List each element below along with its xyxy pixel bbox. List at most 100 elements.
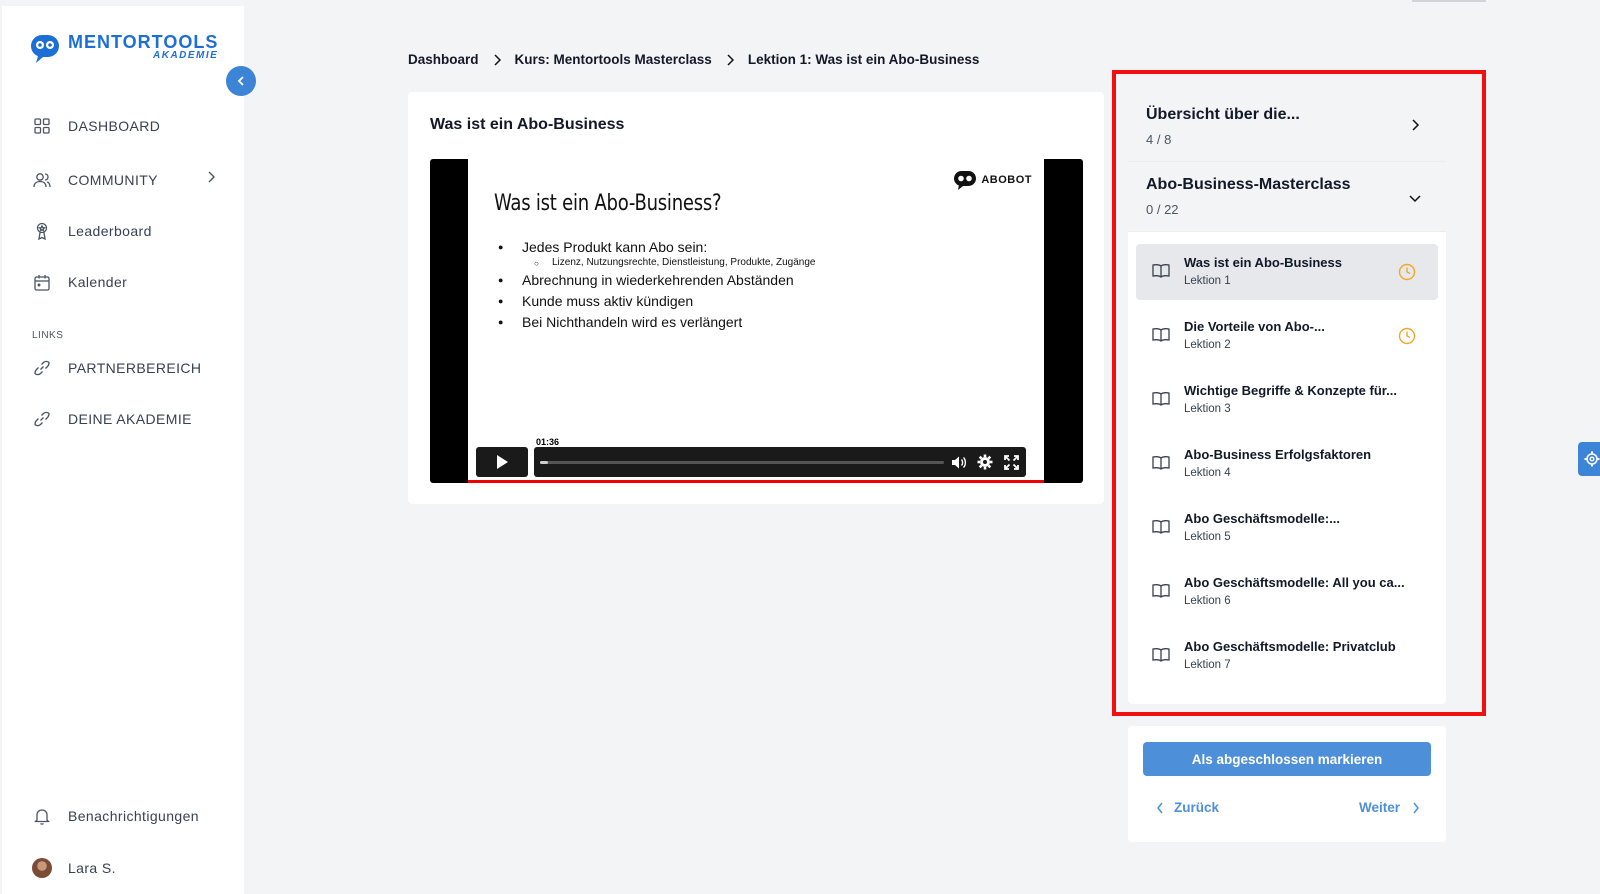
lesson-item[interactable]: Abo Geschäftsmodelle: All you ca... Lekt… [1136, 564, 1438, 620]
lesson-panel: Übersicht über die... 4 / 8 Abo-Business… [1128, 92, 1446, 704]
sidebar-item-kalender[interactable]: Kalender [32, 272, 127, 292]
slide-bullet: Kunde muss aktiv kündigen [498, 293, 816, 309]
book-icon [1152, 455, 1170, 475]
chevron-down-icon [1408, 190, 1422, 208]
trophy-icon [32, 221, 52, 241]
module-overview[interactable]: Übersicht über die... 4 / 8 [1128, 92, 1446, 162]
clock-icon [1398, 327, 1416, 350]
chevron-right-icon [726, 53, 734, 66]
chevron-right-icon [206, 170, 216, 187]
lesson-number: Lektion 3 [1184, 403, 1231, 415]
sidebar-item-partnerbereich[interactable]: PARTNERBEREICH [32, 358, 201, 378]
play-icon [497, 455, 508, 469]
lesson-video-card: Was ist ein Abo-Business ABOBOT Was ist … [408, 92, 1104, 504]
lesson-number: Lektion 4 [1184, 467, 1231, 479]
brand-logo[interactable]: MENTORTOOLS AKADEMIE [28, 30, 218, 64]
next-button-label: Weiter [1358, 800, 1400, 815]
sidebar-section-title: LINKS [32, 330, 64, 341]
sidebar-item-label: PARTNERBEREICH [68, 360, 202, 376]
lesson-title: Abo Geschäftsmodelle:... [1184, 511, 1341, 526]
chevron-right-icon [1410, 118, 1420, 137]
module-title: Abo-Business-Masterclass [1146, 176, 1351, 193]
lesson-list: Was ist ein Abo-Business Lektion 1 Die V… [1136, 244, 1438, 692]
lesson-number: Lektion 7 [1184, 659, 1231, 671]
lesson-number: Lektion 6 [1184, 595, 1231, 607]
clock-icon [1398, 263, 1416, 286]
time-display: 01:36 [534, 437, 562, 447]
grid-icon [32, 116, 52, 136]
breadcrumb-current-lesson: Lektion 1: Was ist ein Abo-Business [747, 52, 980, 67]
book-icon [1152, 263, 1170, 283]
video-progress-fill [540, 461, 549, 464]
robot-logo-icon [31, 35, 59, 63]
link-icon [32, 409, 52, 429]
sidebar-item-label: DASHBOARD [68, 118, 161, 134]
lesson-item[interactable]: Die Vorteile von Abo-... Lektion 2 [1136, 308, 1438, 364]
lesson-title: Abo Geschäftsmodelle: Privatclub [1184, 639, 1396, 654]
volume-icon[interactable] [950, 453, 968, 471]
lesson-item[interactable]: Was ist ein Abo-Business Lektion 1 [1136, 244, 1438, 300]
sidebar-item-label: Benachrichtigungen [68, 808, 199, 824]
bell-icon [32, 806, 52, 826]
mark-complete-button[interactable]: Als abgeschlossen markieren [1143, 742, 1431, 776]
book-icon [1152, 391, 1170, 411]
module-masterclass[interactable]: Abo-Business-Masterclass 0 / 22 [1128, 162, 1446, 232]
sidebar-item-label: COMMUNITY [68, 172, 158, 188]
lesson-item[interactable]: Abo Geschäftsmodelle:... Lektion 5 [1136, 500, 1438, 556]
lesson-item[interactable]: Abo-Business Erfolgsfaktoren Lektion 4 [1136, 436, 1438, 492]
brand-sub: AKADEMIE [153, 50, 219, 61]
gear-icon [1584, 451, 1600, 467]
avatar [32, 858, 52, 878]
user-name: Lara S. [68, 860, 116, 876]
settings-tab[interactable] [1578, 442, 1600, 476]
video-player[interactable]: ABOBOT Was ist ein Abo-Business? Jedes P… [430, 159, 1083, 483]
sidebar-user[interactable]: Lara S. [32, 858, 116, 878]
back-button-label: Zurück [1174, 800, 1220, 815]
breadcrumb-course[interactable]: Kurs: Mentortools Masterclass [515, 52, 712, 67]
lesson-title: Wichtige Begriffe & Konzepte für... [1184, 383, 1397, 398]
sidebar-item-community[interactable]: COMMUNITY [32, 170, 222, 190]
chevron-left-icon [1157, 802, 1163, 813]
play-button[interactable] [476, 447, 528, 477]
robot-logo-icon [954, 171, 977, 190]
chevron-left-icon [237, 76, 244, 86]
chevron-right-icon [1413, 802, 1419, 813]
top-divider [1412, 0, 1486, 2]
sidebar-item-deine-akademie[interactable]: DEINE AKADEMIE [32, 409, 192, 429]
settings-gear-icon[interactable] [976, 453, 994, 471]
slide-bullets: Jedes Produkt kann Abo sein: Lizenz, Nut… [498, 239, 816, 335]
chevron-right-icon [493, 53, 501, 66]
brand-name: MENTORTOOLS [68, 32, 219, 52]
lesson-item[interactable]: Wichtige Begriffe & Konzepte für... Lekt… [1136, 372, 1438, 428]
lesson-number: Lektion 5 [1184, 531, 1231, 543]
sidebar-item-dashboard[interactable]: DASHBOARD [32, 116, 160, 136]
sidebar-item-label: Kalender [68, 274, 128, 290]
lesson-title: Was ist ein Abo-Business [1184, 255, 1342, 270]
sidebar-item-notifications[interactable]: Benachrichtigungen [32, 806, 199, 826]
users-icon [32, 170, 52, 190]
slide-title: Was ist ein Abo-Business? [494, 191, 722, 216]
lesson-title: Abo Geschäftsmodelle: All you ca... [1184, 575, 1405, 590]
collapse-sidebar-button[interactable] [226, 66, 256, 96]
book-icon [1152, 519, 1170, 539]
lesson-item[interactable]: Abo Geschäftsmodelle: Privatclub Lektion… [1136, 628, 1438, 684]
lesson-title: Abo-Business Erfolgsfaktoren [1184, 447, 1372, 462]
next-button[interactable]: Weiter [1359, 800, 1420, 815]
sidebar-item-leaderboard[interactable]: Leaderboard [32, 221, 152, 241]
slide-brand-name: ABOBOT [981, 174, 1032, 186]
lesson-number: Lektion 1 [1184, 275, 1231, 287]
video-border-line [468, 480, 1044, 483]
breadcrumb-dashboard[interactable]: Dashboard [408, 52, 479, 67]
slide-brand: ABOBOT [953, 169, 1032, 191]
sidebar-item-label: DEINE AKADEMIE [68, 411, 192, 427]
book-icon [1152, 647, 1170, 667]
video-control-bar [534, 447, 1026, 477]
calendar-icon [32, 272, 52, 292]
slide-bullet: Bei Nichthandeln wird es verlängert [498, 314, 816, 330]
video-progress-bar[interactable] [540, 461, 944, 464]
module-progress: 0 / 22 [1146, 202, 1179, 217]
back-button[interactable]: Zurück [1156, 800, 1219, 815]
lesson-title: Was ist ein Abo-Business [430, 116, 625, 133]
book-icon [1152, 583, 1170, 603]
fullscreen-icon[interactable] [1002, 453, 1020, 471]
